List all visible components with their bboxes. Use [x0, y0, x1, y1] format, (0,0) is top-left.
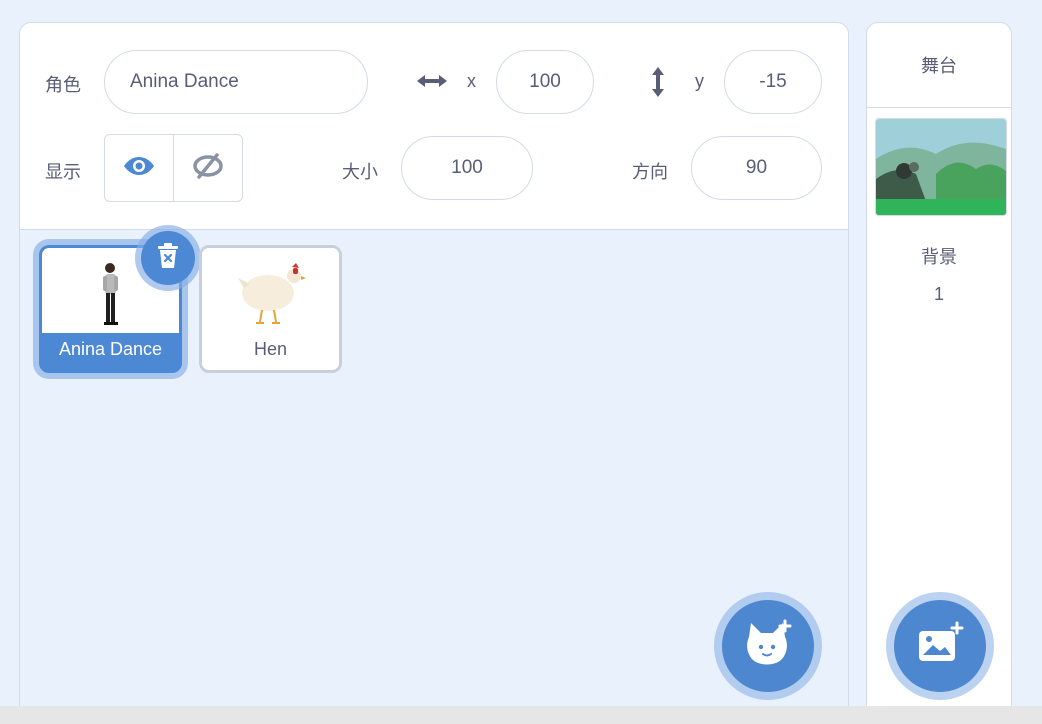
stage-thumbnail[interactable]	[875, 118, 1007, 216]
sprite-name: Hen	[253, 339, 288, 359]
show-label: 显示	[45, 162, 81, 182]
hide-button[interactable]	[173, 135, 242, 201]
horizontal-arrows-icon	[412, 69, 452, 93]
show-button[interactable]	[105, 135, 173, 201]
y-input[interactable]: -15	[724, 50, 822, 114]
sprite-name-input[interactable]: Anina Dance	[104, 50, 368, 114]
cat-plus-icon	[741, 619, 795, 674]
sprite-thumbnail	[202, 248, 339, 333]
bottom-bar	[0, 706, 1042, 724]
direction-input[interactable]: 90	[691, 136, 822, 200]
backdrops-count: 1	[933, 284, 944, 304]
sprite-and-stage-panel: 角色 Anina Dance x 100 y -15 显示 大小 100 方向 …	[0, 0, 1042, 724]
delete-sprite-button[interactable]	[141, 231, 195, 285]
y-label: y	[695, 71, 704, 91]
sprite-info: 角色 Anina Dance x 100 y -15 显示 大小 100 方向 …	[20, 23, 848, 230]
sprite-tile-hen[interactable]: Hen	[199, 245, 342, 373]
size-label: 大小	[342, 162, 378, 182]
x-label: x	[467, 71, 476, 91]
trash-icon	[156, 242, 180, 275]
eye-icon	[123, 155, 155, 182]
add-backdrop-button[interactable]	[894, 600, 986, 692]
visibility-toggle	[104, 134, 243, 202]
size-input[interactable]: 100	[401, 136, 533, 200]
vertical-arrows-icon	[646, 63, 670, 101]
sprite-name: Anina Dance	[58, 339, 163, 359]
add-sprite-button[interactable]	[722, 600, 814, 692]
x-input[interactable]: 100	[496, 50, 594, 114]
sprite-pane: 角色 Anina Dance x 100 y -15 显示 大小 100 方向 …	[19, 22, 849, 724]
eye-slash-icon	[192, 152, 224, 184]
backdrops-label: 背景	[921, 247, 957, 267]
sprite-label: 角色	[45, 75, 81, 95]
image-plus-icon	[915, 621, 965, 672]
direction-label: 方向	[632, 162, 668, 182]
stage-title: 舞台	[867, 23, 1011, 108]
